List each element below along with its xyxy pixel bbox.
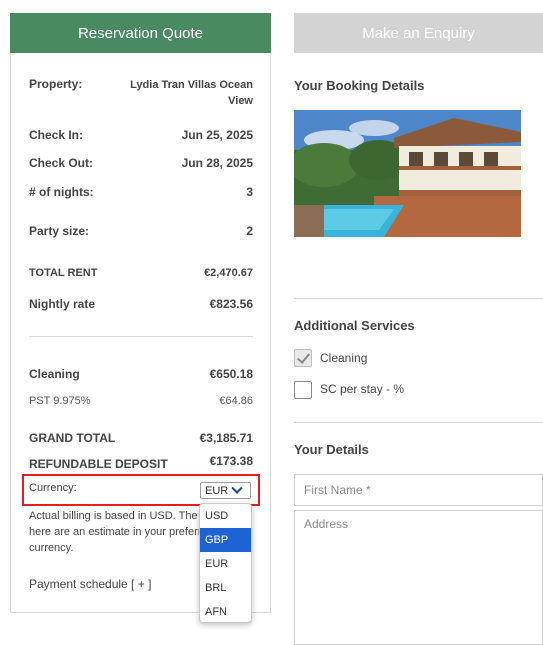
your-details-title: Your Details <box>294 442 369 457</box>
quote-divider <box>29 336 253 337</box>
cleaning-checkbox[interactable] <box>294 349 312 367</box>
make-enquiry-tab[interactable]: Make an Enquiry <box>294 13 543 53</box>
villa-photo <box>294 110 521 237</box>
sc-per-stay-checkbox-label: SC per stay - % <box>320 382 405 396</box>
checkout-row: Check Out: Jun 28, 2025 <box>29 156 253 170</box>
currency-option-eur[interactable]: EUR <box>200 552 251 576</box>
currency-dropdown[interactable]: USD GBP EUR BRL AFN <box>199 503 252 623</box>
grand-total-value: €3,185.71 <box>199 431 253 445</box>
total-rent-row: TOTAL RENT €2,470.67 <box>29 267 253 279</box>
checkout-value: Jun 28, 2025 <box>181 156 253 170</box>
nights-label: # of nights: <box>29 185 94 199</box>
deposit-row: REFUNDABLE DEPOSIT €173.38 <box>29 454 253 471</box>
property-row: Property: Lydia Tran Villas Ocean View <box>29 77 253 109</box>
cleaning-row: Cleaning €650.18 <box>29 367 253 381</box>
pst-row: PST 9.975% €64.86 <box>29 395 253 407</box>
address-field[interactable]: Address <box>294 510 543 645</box>
property-value: Lydia Tran Villas Ocean View <box>130 79 253 107</box>
party-size-value: 2 <box>246 224 253 238</box>
checkout-label: Check Out: <box>29 156 94 170</box>
currency-option-gbp[interactable]: GBP <box>200 528 251 552</box>
reservation-quote-tab[interactable]: Reservation Quote <box>10 13 271 53</box>
cleaning-label: Cleaning <box>29 367 80 381</box>
first-name-field[interactable]: First Name * <box>294 474 543 506</box>
pst-value: €64.86 <box>219 395 253 407</box>
pst-label: PST 9.975% <box>29 395 91 407</box>
party-size-row: Party size: 2 <box>29 224 253 238</box>
checkin-value: Jun 25, 2025 <box>181 128 253 142</box>
additional-services-title: Additional Services <box>294 318 415 333</box>
cleaning-checkbox-label: Cleaning <box>320 351 368 365</box>
currency-option-afn[interactable]: AFN <box>200 600 251 622</box>
nightly-rate-label: Nightly rate <box>29 297 96 311</box>
booking-details-title: Your Booking Details <box>294 78 425 93</box>
grand-total-label: GRAND TOTAL <box>29 431 116 445</box>
payment-schedule-toggle[interactable]: Payment schedule [ + ] <box>29 577 151 591</box>
currency-select[interactable]: EUR <box>200 482 251 499</box>
section-divider <box>294 422 543 423</box>
currency-selected-value: EUR <box>205 484 229 497</box>
cleaning-value: €650.18 <box>209 367 253 381</box>
nights-value: 3 <box>246 185 253 199</box>
checkin-row: Check In: Jun 25, 2025 <box>29 128 253 142</box>
deposit-label: REFUNDABLE DEPOSIT <box>29 457 168 471</box>
sc-per-stay-checkbox[interactable] <box>294 381 312 399</box>
grand-total-row: GRAND TOTAL €3,185.71 <box>29 431 253 445</box>
total-rent-label: TOTAL RENT <box>29 267 98 279</box>
checkin-label: Check In: <box>29 128 84 142</box>
chevron-down-icon <box>231 482 243 494</box>
property-label: Property: <box>29 77 83 91</box>
nightly-rate-value: €823.56 <box>209 297 253 311</box>
section-divider <box>294 298 543 299</box>
total-rent-value: €2,470.67 <box>204 267 253 279</box>
currency-label: Currency: <box>29 482 77 494</box>
nightly-rate-row: Nightly rate €823.56 <box>29 297 253 311</box>
currency-option-brl[interactable]: BRL <box>200 576 251 600</box>
currency-option-usd[interactable]: USD <box>200 504 251 528</box>
deposit-value: €173.38 <box>209 454 253 468</box>
party-size-label: Party size: <box>29 224 90 238</box>
nights-row: # of nights: 3 <box>29 185 253 199</box>
